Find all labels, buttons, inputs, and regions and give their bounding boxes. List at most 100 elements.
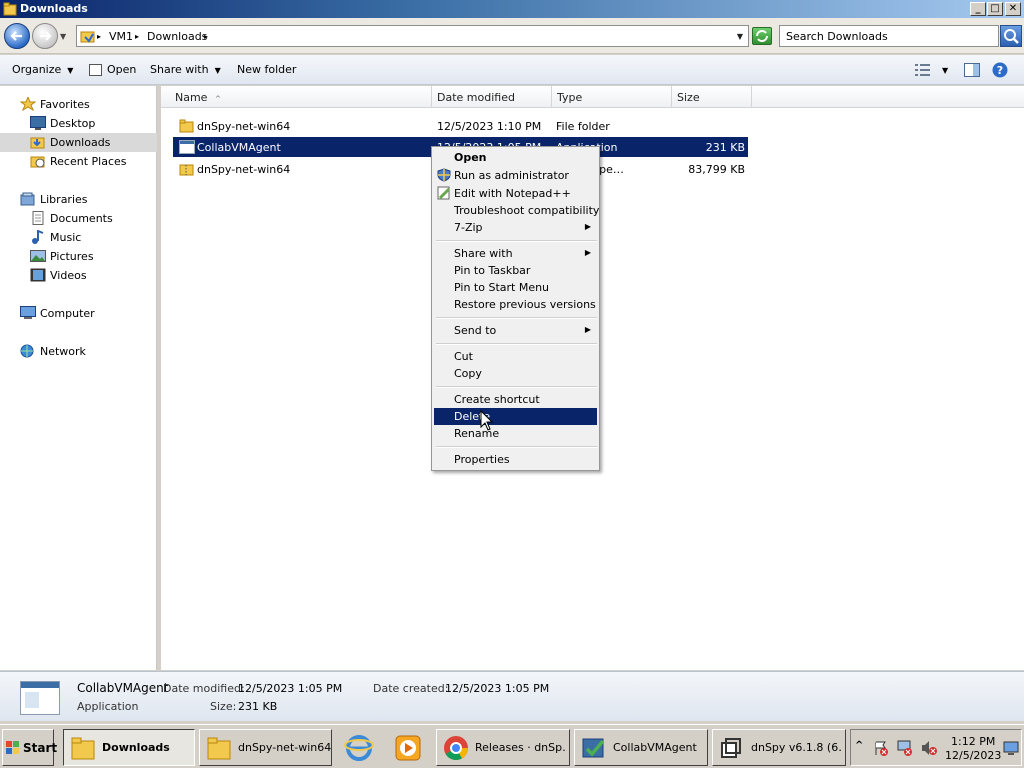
sort-up-icon: ^ bbox=[214, 95, 221, 103]
nav-recent-places[interactable]: Recent Places bbox=[0, 152, 157, 171]
details-date-created: 12/5/2023 1:05 PM bbox=[445, 682, 550, 695]
view-options-button[interactable] bbox=[915, 63, 931, 80]
menu-item-rename[interactable]: Rename bbox=[434, 425, 597, 442]
maximize-button[interactable]: □ bbox=[987, 2, 1003, 16]
organize-button[interactable]: Organize ▼ bbox=[12, 63, 73, 76]
clock-date: 12/5/2023 bbox=[945, 749, 1002, 762]
share-with-label: Share with bbox=[150, 63, 209, 76]
column-header-type[interactable]: Type bbox=[552, 86, 672, 108]
nav-pictures[interactable]: Pictures bbox=[0, 247, 157, 266]
taskbar-button-dnspy[interactable]: dnSpy v6.1.8 (6… bbox=[712, 729, 846, 766]
back-button[interactable] bbox=[4, 23, 30, 49]
menu-item-create-shortcut[interactable]: Create shortcut bbox=[434, 391, 597, 408]
help-button[interactable]: ? bbox=[992, 62, 1008, 81]
chevron-right-icon[interactable]: ▸ bbox=[204, 32, 208, 41]
chevron-down-icon: ▼ bbox=[67, 66, 74, 75]
menu-item-edit-with-notepad[interactable]: Edit with Notepad++ bbox=[434, 185, 597, 202]
menu-item-cut[interactable]: Cut bbox=[434, 348, 597, 365]
volume-muted-icon[interactable] bbox=[921, 740, 937, 759]
preview-pane-icon bbox=[964, 63, 980, 77]
open-button[interactable]: Open bbox=[107, 63, 136, 76]
organize-label: Organize bbox=[12, 63, 62, 76]
title-bar[interactable]: Downloads _ □ ✕ bbox=[0, 0, 1024, 18]
taskbar-button-dnspy-folder[interactable]: dnSpy-net-win64 bbox=[199, 729, 332, 766]
share-with-button[interactable]: Share with ▼ bbox=[150, 63, 221, 76]
menu-item-share-with[interactable]: Share with ▶ bbox=[434, 245, 597, 262]
taskbar: Start Downloads dnSpy-net-win64 Releases… bbox=[0, 724, 1024, 768]
menu-item-open[interactable]: Open bbox=[434, 149, 597, 166]
chevron-down-icon[interactable]: ▼ bbox=[60, 32, 66, 41]
nav-favorites[interactable]: Favorites bbox=[0, 95, 157, 114]
menu-item-pin-to-taskbar[interactable]: Pin to Taskbar bbox=[434, 262, 597, 279]
star-icon bbox=[19, 95, 37, 112]
folder-icon bbox=[179, 119, 195, 133]
action-center-flag-icon[interactable] bbox=[873, 740, 889, 759]
show-hidden-icons-icon[interactable]: ^ bbox=[855, 740, 863, 751]
submenu-arrow-icon: ▶ bbox=[584, 222, 591, 231]
chevron-down-icon[interactable]: ▼ bbox=[942, 66, 948, 75]
details-date-modified-label: Date modified: bbox=[163, 682, 245, 695]
taskbar-button-downloads[interactable]: Downloads bbox=[63, 729, 195, 766]
search-input[interactable]: Search Downloads bbox=[779, 25, 999, 47]
media-player-icon[interactable] bbox=[394, 734, 422, 765]
show-desktop-icon[interactable] bbox=[1003, 740, 1019, 759]
menu-item-run-as-administrator[interactable]: Run as administrator bbox=[434, 167, 597, 184]
refresh-button[interactable] bbox=[752, 27, 772, 45]
nav-videos[interactable]: Videos bbox=[0, 266, 157, 285]
nav-music[interactable]: Music bbox=[0, 228, 157, 247]
refresh-icon bbox=[756, 30, 768, 42]
taskbar-button-collabvmagent[interactable]: CollabVMAgent bbox=[574, 729, 708, 766]
nav-libraries[interactable]: Libraries bbox=[0, 190, 157, 209]
chevron-right-icon[interactable]: ▸ bbox=[135, 32, 139, 41]
videos-icon bbox=[30, 268, 46, 282]
nav-network[interactable]: Network bbox=[0, 342, 157, 361]
chevron-down-icon[interactable]: ▼ bbox=[737, 32, 743, 41]
menu-label: Copy bbox=[454, 367, 482, 380]
menu-label: Properties bbox=[454, 453, 510, 466]
menu-separator bbox=[436, 343, 597, 345]
menu-separator bbox=[436, 386, 597, 388]
taskbar-button-chrome-releases[interactable]: Releases · dnSp… bbox=[436, 729, 570, 766]
menu-item-restore-previous-versions[interactable]: Restore previous versions bbox=[434, 296, 597, 313]
preview-pane-button[interactable] bbox=[964, 63, 980, 80]
column-headers: Name ^ Date modified Type Size bbox=[161, 86, 1024, 108]
menu-item-properties[interactable]: Properties bbox=[434, 451, 597, 468]
nav-documents[interactable]: Documents bbox=[0, 209, 157, 228]
folder-icon bbox=[206, 735, 232, 761]
file-size: 231 KB bbox=[705, 141, 745, 154]
chevron-right-icon[interactable]: ▸ bbox=[97, 32, 101, 41]
menu-separator bbox=[436, 446, 597, 448]
close-button[interactable]: ✕ bbox=[1005, 2, 1021, 16]
address-bar[interactable]: ▸ VM1 ▸ Downloads ▸ ▼ bbox=[76, 25, 749, 47]
menu-item-send-to[interactable]: Send to ▶ bbox=[434, 322, 597, 339]
menu-item-delete[interactable]: Delete bbox=[434, 408, 597, 425]
file-row[interactable]: dnSpy-net-win64 12/5/2023 1:10 PM File f… bbox=[173, 116, 748, 136]
document-icon bbox=[30, 211, 46, 225]
column-header-date[interactable]: Date modified bbox=[432, 86, 552, 108]
internet-explorer-icon[interactable] bbox=[344, 733, 374, 766]
clock[interactable]: 1:12 PM 12/5/2023 bbox=[945, 735, 1001, 763]
nav-downloads[interactable]: Downloads bbox=[0, 133, 157, 152]
minimize-button[interactable]: _ bbox=[970, 2, 986, 16]
nav-computer[interactable]: Computer bbox=[0, 304, 157, 323]
new-folder-button[interactable]: New folder bbox=[237, 63, 296, 76]
menu-item-7zip[interactable]: 7-Zip ▶ bbox=[434, 219, 597, 236]
forward-button[interactable] bbox=[32, 23, 58, 49]
menu-item-copy[interactable]: Copy bbox=[434, 365, 597, 382]
search-button[interactable] bbox=[1000, 25, 1022, 47]
taskbar-label: Releases · dnSp… bbox=[475, 741, 567, 754]
network-disconnected-icon[interactable] bbox=[897, 740, 913, 759]
breadcrumb-vm1[interactable]: VM1 bbox=[109, 30, 133, 43]
menu-label: Open bbox=[454, 151, 487, 164]
start-button[interactable]: Start bbox=[2, 729, 57, 766]
column-header-size[interactable]: Size bbox=[672, 86, 752, 108]
search-icon bbox=[1004, 29, 1019, 44]
zip-folder-icon bbox=[179, 162, 195, 176]
nav-label: Desktop bbox=[50, 117, 96, 130]
menu-item-pin-to-start-menu[interactable]: Pin to Start Menu bbox=[434, 279, 597, 296]
column-header-name[interactable]: Name ^ bbox=[161, 86, 432, 108]
breadcrumb-downloads[interactable]: Downloads bbox=[147, 30, 207, 43]
libraries-icon bbox=[20, 192, 36, 206]
nav-desktop[interactable]: Desktop bbox=[0, 114, 157, 133]
menu-item-troubleshoot[interactable]: Troubleshoot compatibility bbox=[434, 202, 599, 219]
